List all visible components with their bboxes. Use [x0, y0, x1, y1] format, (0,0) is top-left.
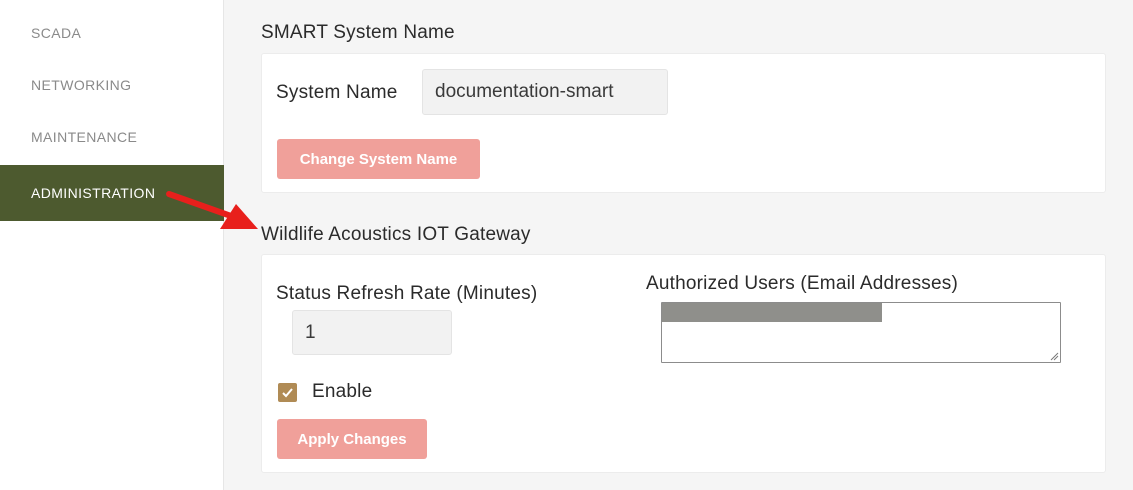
- sidebar: SCADA NETWORKING MAINTENANCE ADMINISTRAT…: [0, 0, 224, 490]
- refresh-rate-value: 1: [305, 321, 316, 343]
- smart-section-title: SMART System Name: [261, 22, 455, 43]
- system-name-label: System Name: [276, 82, 398, 103]
- refresh-rate-input[interactable]: 1: [292, 310, 452, 355]
- authorized-users-textarea[interactable]: [661, 302, 1061, 363]
- enable-label: Enable: [312, 381, 373, 402]
- gateway-card: Status Refresh Rate (Minutes) 1 Authoriz…: [261, 254, 1106, 473]
- system-name-value: documentation-smart: [435, 81, 614, 102]
- redacted-email: [662, 303, 882, 322]
- system-name-input[interactable]: documentation-smart: [422, 69, 668, 115]
- authorized-users-label: Authorized Users (Email Addresses): [646, 273, 958, 294]
- sidebar-item-maintenance[interactable]: MAINTENANCE: [0, 109, 224, 165]
- enable-checkbox[interactable]: [278, 383, 297, 402]
- refresh-rate-label: Status Refresh Rate (Minutes): [276, 283, 538, 304]
- checkmark-icon: [282, 388, 293, 398]
- smart-card: System Name documentation-smart Change S…: [261, 53, 1106, 193]
- gateway-section-title: Wildlife Acoustics IOT Gateway: [261, 224, 531, 245]
- annotation-arrow-icon: [166, 191, 258, 229]
- sidebar-item-scada[interactable]: SCADA: [0, 5, 224, 61]
- apply-changes-button[interactable]: Apply Changes: [277, 419, 427, 459]
- main-content: SMART System Name System Name documentat…: [225, 0, 1133, 490]
- sidebar-item-networking[interactable]: NETWORKING: [0, 57, 224, 113]
- resize-handle-icon[interactable]: [1050, 352, 1059, 361]
- change-system-name-button[interactable]: Change System Name: [277, 139, 480, 179]
